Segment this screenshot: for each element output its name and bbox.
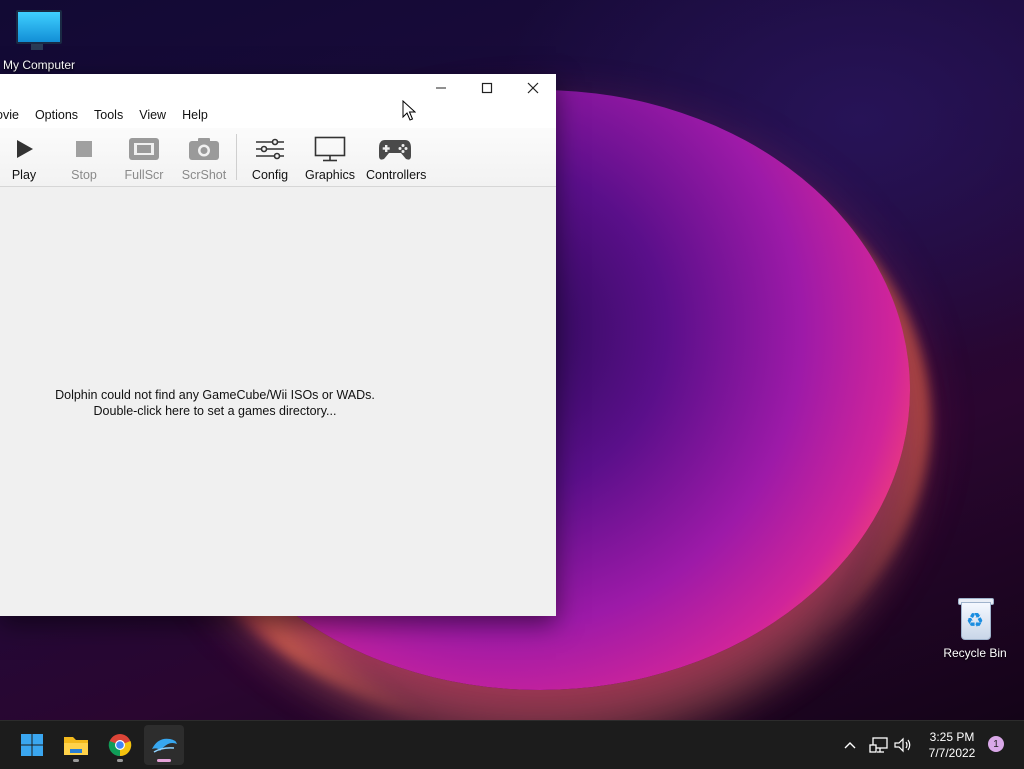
toolbar: Play Stop FullScr ScrShot Config Graphic… bbox=[0, 128, 556, 187]
chrome-icon bbox=[108, 734, 132, 757]
running-indicator bbox=[73, 759, 79, 762]
game-list-area[interactable]: Dolphin could not find any GameCube/Wii … bbox=[0, 187, 556, 616]
taskbar-clock[interactable]: 3:25 PM 7/7/2022 bbox=[920, 729, 984, 761]
taskbar-dolphin[interactable] bbox=[144, 725, 184, 765]
maximize-icon bbox=[481, 82, 493, 94]
desktop-icon-label: My Computer bbox=[2, 58, 76, 72]
monitor-icon bbox=[314, 136, 346, 162]
desktop-icon-my-computer[interactable]: My Computer bbox=[0, 10, 78, 72]
menu-options[interactable]: Options bbox=[27, 102, 86, 128]
config-button[interactable]: Config bbox=[241, 132, 299, 182]
folder-icon bbox=[64, 737, 88, 755]
menu-help[interactable]: Help bbox=[174, 102, 216, 128]
taskbar-chrome[interactable] bbox=[100, 725, 140, 765]
fullscreen-button[interactable]: FullScr bbox=[115, 132, 173, 182]
windows-start-icon bbox=[21, 734, 43, 756]
chevron-up-icon bbox=[844, 742, 856, 749]
minimize-icon bbox=[436, 87, 446, 89]
menu-movie[interactable]: ovie bbox=[0, 102, 27, 128]
dolphin-window: ovie Options Tools View Help Play Stop F… bbox=[0, 74, 556, 616]
desktop-icon-recycle-bin[interactable]: ♻ Recycle Bin bbox=[940, 596, 1010, 660]
play-button[interactable]: Play bbox=[0, 132, 53, 182]
toolbar-separator bbox=[236, 134, 237, 180]
start-button[interactable] bbox=[12, 725, 52, 765]
stop-icon bbox=[76, 141, 92, 157]
fullscreen-icon bbox=[129, 138, 159, 160]
close-icon bbox=[527, 82, 539, 94]
dolphin-icon bbox=[152, 738, 177, 753]
notification-badge[interactable]: 1 bbox=[988, 736, 1004, 752]
menu-bar: ovie Options Tools View Help bbox=[0, 102, 556, 128]
menu-tools[interactable]: Tools bbox=[86, 102, 131, 128]
controllers-button[interactable]: Controllers bbox=[366, 132, 426, 182]
tray-network[interactable] bbox=[869, 721, 889, 769]
speaker-icon bbox=[894, 737, 911, 753]
close-button[interactable] bbox=[510, 74, 556, 102]
mouse-cursor-icon bbox=[402, 100, 416, 121]
camera-icon bbox=[189, 138, 219, 160]
running-indicator bbox=[117, 759, 123, 762]
graphics-button[interactable]: Graphics bbox=[301, 132, 359, 182]
tray-volume[interactable] bbox=[893, 721, 913, 769]
minimize-button[interactable] bbox=[418, 74, 464, 102]
desktop-icon-label: Recycle Bin bbox=[943, 646, 1007, 660]
clock-time: 3:25 PM bbox=[929, 730, 975, 744]
tray-show-hidden[interactable] bbox=[842, 721, 858, 769]
empty-game-list-message[interactable]: Dolphin could not find any GameCube/Wii … bbox=[0, 387, 430, 419]
gamepad-icon bbox=[379, 140, 411, 160]
taskbar-file-explorer[interactable] bbox=[56, 725, 96, 765]
monitor-icon bbox=[16, 10, 62, 50]
screenshot-button[interactable]: ScrShot bbox=[175, 132, 233, 182]
clock-date: 7/7/2022 bbox=[928, 746, 976, 760]
play-icon bbox=[17, 140, 33, 158]
active-indicator bbox=[157, 759, 171, 762]
stop-button[interactable]: Stop bbox=[55, 132, 113, 182]
maximize-button[interactable] bbox=[464, 74, 510, 102]
title-bar[interactable] bbox=[0, 74, 556, 102]
recycle-bin-icon: ♻ bbox=[958, 596, 994, 640]
menu-view[interactable]: View bbox=[131, 102, 174, 128]
network-icon bbox=[869, 737, 888, 753]
sliders-icon bbox=[256, 138, 284, 160]
taskbar: 3:25 PM 7/7/2022 bbox=[0, 720, 1024, 769]
